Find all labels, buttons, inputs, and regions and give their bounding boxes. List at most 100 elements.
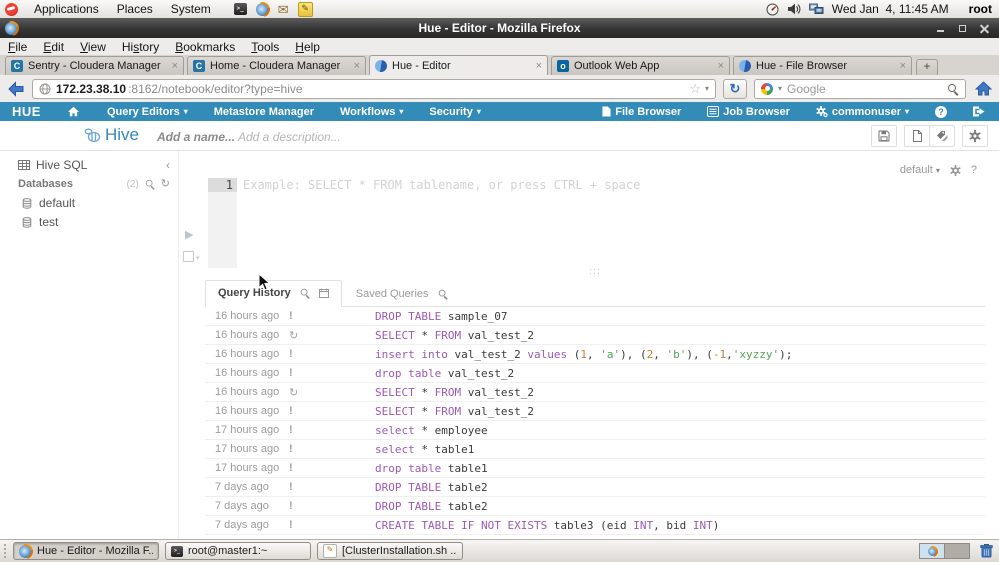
hue-logo[interactable]: HUE bbox=[12, 104, 41, 119]
settings-button[interactable] bbox=[962, 125, 988, 147]
help-button[interactable]: ? bbox=[922, 106, 960, 118]
tab-query-history[interactable]: Query History bbox=[205, 280, 342, 307]
history-row[interactable]: 7 days ago!DROP TABLE table2 bbox=[205, 478, 985, 497]
menu-help[interactable]: Help bbox=[287, 39, 328, 55]
trash-icon[interactable] bbox=[980, 544, 993, 558]
bookmark-star-icon[interactable]: ☆ bbox=[689, 82, 701, 95]
logout-button[interactable] bbox=[960, 106, 999, 117]
reload-button[interactable]: ↻ bbox=[723, 79, 747, 99]
workspace-2[interactable] bbox=[945, 544, 969, 558]
database-selector[interactable]: default▾ bbox=[900, 164, 940, 176]
assist-search-icon[interactable] bbox=[145, 179, 155, 189]
network-icon[interactable] bbox=[809, 3, 824, 15]
desktop-menu-places[interactable]: Places bbox=[108, 2, 162, 16]
browser-tab-sentry-cloudera-manager[interactable]: CSentry - Cloudera Manager× bbox=[5, 56, 184, 75]
clock[interactable]: Wed Jan 4, 11:45 AM bbox=[832, 2, 949, 16]
tab-close-icon[interactable]: × bbox=[899, 61, 907, 72]
menu-file[interactable]: File bbox=[0, 39, 35, 55]
history-row[interactable]: 16 hours ago↻SELECT * FROM val_test_2 bbox=[205, 383, 985, 402]
search-bar[interactable]: ▾ Google bbox=[754, 79, 966, 99]
menu-bookmarks[interactable]: Bookmarks bbox=[167, 39, 243, 55]
hue-nav-query-editors[interactable]: Query Editors▾ bbox=[94, 106, 201, 118]
new-tab-button[interactable]: + bbox=[916, 59, 938, 75]
history-row[interactable]: 16 hours ago!SELECT * FROM val_test_2 bbox=[205, 402, 985, 421]
assist-refresh-icon[interactable]: ↻ bbox=[161, 179, 170, 190]
new-document-button[interactable] bbox=[904, 125, 930, 147]
search-icon[interactable] bbox=[947, 83, 959, 95]
query-description-field[interactable]: Add a description... bbox=[238, 130, 341, 144]
user-menu[interactable]: commonuser ▾ bbox=[803, 106, 922, 118]
firefox-launcher-icon[interactable] bbox=[256, 3, 269, 16]
hue-nav-metastore-manager[interactable]: Metastore Manager bbox=[201, 106, 327, 118]
editor-settings-icon[interactable] bbox=[950, 165, 961, 176]
url-dropdown-icon[interactable]: ▾ bbox=[705, 84, 709, 93]
taskbar-window-root-master1-[interactable]: >_root@master1:~ bbox=[165, 542, 311, 560]
resize-handle[interactable]: ······ bbox=[584, 267, 606, 275]
maximize-icon[interactable] bbox=[958, 24, 967, 33]
tab-close-icon[interactable]: × bbox=[717, 61, 725, 72]
window-titlebar[interactable]: Hue - Editor - Mozilla Firefox bbox=[0, 18, 999, 38]
history-row[interactable]: 16 hours ago↻SELECT * FROM val_test_2 bbox=[205, 326, 985, 345]
workspace-1[interactable] bbox=[920, 544, 945, 558]
history-timestamp: 7 days ago bbox=[205, 500, 289, 512]
tags-button[interactable] bbox=[929, 125, 955, 147]
job-browser-link[interactable]: Job Browser bbox=[694, 106, 803, 118]
taskbar-window-hue-editor-mozilla-f-[interactable]: Hue - Editor - Mozilla F... bbox=[13, 542, 159, 560]
history-row[interactable]: 17 hours ago!drop table table1 bbox=[205, 459, 985, 478]
redhat-menu-icon[interactable] bbox=[5, 3, 18, 16]
history-row[interactable]: 16 hours ago!drop table val_test_2 bbox=[205, 364, 985, 383]
history-row[interactable]: 17 hours ago!select * table1 bbox=[205, 440, 985, 459]
menu-view[interactable]: View bbox=[72, 39, 114, 55]
error-status-icon: ! bbox=[289, 310, 375, 322]
workspace-switcher[interactable] bbox=[919, 543, 970, 559]
volume-icon[interactable] bbox=[787, 3, 801, 15]
menu-edit[interactable]: Edit bbox=[35, 39, 72, 55]
history-row[interactable]: 16 hours ago!insert into val_test_2 valu… bbox=[205, 345, 985, 364]
history-row[interactable]: 7 days ago!CREATE TABLE IF NOT EXISTS ta… bbox=[205, 516, 985, 535]
tab-saved-queries[interactable]: Saved Queries bbox=[342, 282, 463, 306]
browser-tab-hue-editor[interactable]: Hue - Editor× bbox=[369, 55, 548, 76]
mail-launcher-icon[interactable]: ✉ bbox=[278, 3, 289, 16]
tab-close-icon[interactable]: × bbox=[171, 61, 179, 72]
desktop-menu-system[interactable]: System bbox=[162, 2, 220, 16]
query-name-field[interactable]: Add a name... bbox=[157, 130, 235, 144]
file-browser-link[interactable]: File Browser bbox=[589, 106, 694, 118]
browser-tab-hue-file-browser[interactable]: Hue - File Browser× bbox=[733, 56, 912, 75]
desktop-menu-applications[interactable]: Applications bbox=[25, 2, 108, 16]
snippet-type-button[interactable]: ▾ bbox=[183, 251, 200, 262]
hue-home-icon[interactable] bbox=[53, 106, 94, 117]
history-row[interactable]: 16 hours ago!DROP TABLE sample_07 bbox=[205, 307, 985, 326]
collapse-assist-icon[interactable]: ‹ bbox=[166, 160, 170, 170]
hue-nav-workflows[interactable]: Workflows▾ bbox=[327, 106, 416, 118]
assist-source-row[interactable]: Hive SQL ‹ bbox=[0, 151, 178, 175]
database-item-default[interactable]: default bbox=[0, 193, 178, 212]
back-button[interactable] bbox=[7, 81, 25, 97]
calendar-icon[interactable] bbox=[319, 288, 329, 298]
history-search-icon[interactable] bbox=[300, 288, 310, 298]
taskbar-window--clusterinstallation-sh-[interactable]: ✎[ClusterInstallation.sh ...] bbox=[317, 542, 463, 560]
url-bar[interactable]: 172.23.38.10 :8162/notebook/editor?type=… bbox=[32, 79, 716, 99]
tab-close-icon[interactable]: × bbox=[353, 61, 361, 72]
browser-tab-outlook-web-app[interactable]: oOutlook Web App× bbox=[551, 56, 730, 75]
hue-nav-security[interactable]: Security▾ bbox=[416, 106, 493, 118]
database-item-test[interactable]: test bbox=[0, 212, 178, 231]
system-monitor-icon[interactable] bbox=[766, 3, 779, 16]
google-logo-icon[interactable] bbox=[761, 83, 773, 95]
minimize-icon[interactable] bbox=[936, 24, 945, 33]
save-button[interactable] bbox=[871, 125, 897, 147]
menu-history[interactable]: History bbox=[114, 39, 167, 55]
saved-search-icon[interactable] bbox=[437, 289, 447, 299]
menu-tools[interactable]: Tools bbox=[243, 39, 287, 55]
execute-button[interactable]: ▶ bbox=[185, 230, 193, 241]
close-icon[interactable] bbox=[980, 24, 989, 33]
browser-tab-home-cloudera-manager[interactable]: CHome - Cloudera Manager× bbox=[187, 56, 366, 75]
search-engine-dropdown-icon[interactable]: ▾ bbox=[778, 84, 782, 93]
notes-launcher-icon[interactable]: ✎ bbox=[298, 2, 313, 17]
editor-help-icon[interactable]: ? bbox=[971, 164, 977, 176]
tab-close-icon[interactable]: × bbox=[535, 61, 543, 72]
editor-placeholder[interactable]: Example: SELECT * FROM tablename, or pre… bbox=[243, 178, 640, 192]
history-row[interactable]: 7 days ago!DROP TABLE table2 bbox=[205, 497, 985, 516]
terminal-launcher-icon[interactable]: >_ bbox=[234, 3, 247, 15]
history-row[interactable]: 17 hours ago!select * employee bbox=[205, 421, 985, 440]
home-button[interactable] bbox=[975, 81, 992, 96]
